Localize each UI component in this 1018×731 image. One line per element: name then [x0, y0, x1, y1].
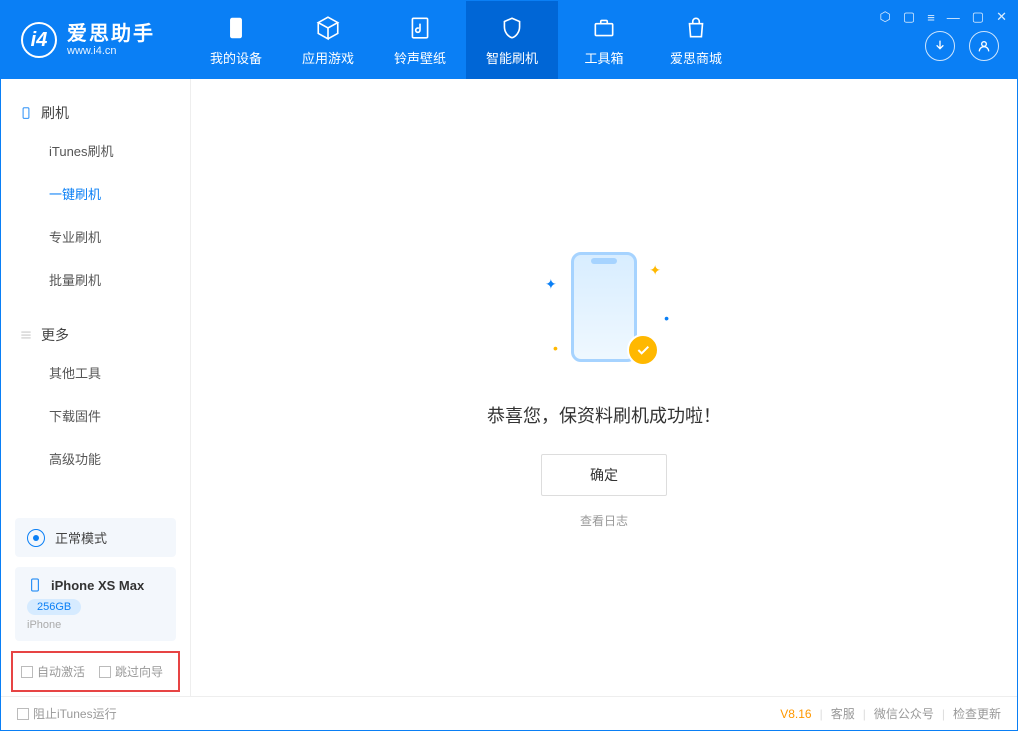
window-controls: ⬡ ▢ ≡ — ▢ ✕ [880, 9, 1007, 25]
sidebar: 刷机 iTunes刷机 一键刷机 专业刷机 批量刷机 更多 其他工具 下载固件 … [1, 79, 191, 696]
app-title: 爱思助手 [67, 23, 155, 45]
app-header: i4 爱思助手 www.i4.cn 我的设备 应用游戏 铃声壁纸 智能刷机 [1, 1, 1017, 79]
success-illustration: ✦ ✦ • • [539, 246, 669, 376]
checkbox-auto-activate[interactable]: 自动激活 [21, 663, 85, 680]
list-icon [19, 328, 33, 342]
version-label: V8.16 [780, 707, 811, 721]
nav-tabs: 我的设备 应用游戏 铃声壁纸 智能刷机 工具箱 爱思商城 [190, 1, 742, 79]
menu-icon[interactable]: ≡ [927, 10, 935, 25]
tab-toolbox[interactable]: 工具箱 [558, 1, 650, 79]
tab-label: 应用游戏 [302, 48, 354, 67]
close-button[interactable]: ✕ [996, 9, 1007, 25]
app-url: www.i4.cn [67, 45, 155, 57]
mode-label: 正常模式 [55, 528, 107, 547]
options-row: 自动激活 跳过向导 [11, 651, 180, 692]
user-button[interactable] [969, 31, 999, 61]
checkbox-label: 自动激活 [37, 663, 85, 680]
device-type: iPhone [27, 619, 164, 631]
tab-flash[interactable]: 智能刷机 [466, 1, 558, 79]
logo: i4 爱思助手 www.i4.cn [1, 22, 175, 58]
sidebar-item-pro-flash[interactable]: 专业刷机 [1, 215, 190, 258]
mode-box[interactable]: 正常模式 [15, 518, 176, 557]
success-message: 恭喜您，保资料刷机成功啦！ [487, 402, 721, 428]
ok-button[interactable]: 确定 [541, 454, 667, 496]
tab-label: 我的设备 [210, 48, 262, 67]
minimize-button[interactable]: — [947, 10, 960, 25]
sidebar-item-one-click-flash[interactable]: 一键刷机 [1, 172, 190, 215]
tab-apps[interactable]: 应用游戏 [282, 1, 374, 79]
check-icon [627, 334, 659, 366]
sidebar-item-batch-flash[interactable]: 批量刷机 [1, 258, 190, 301]
checkbox-block-itunes[interactable]: 阻止iTunes运行 [17, 705, 117, 722]
sidebar-item-advanced[interactable]: 高级功能 [1, 437, 190, 480]
checkbox-skip-wizard[interactable]: 跳过向导 [99, 663, 163, 680]
sidebar-group-label: 刷机 [41, 103, 69, 123]
phone-icon [222, 14, 250, 42]
footer-link-wechat[interactable]: 微信公众号 [874, 705, 934, 722]
tab-label: 智能刷机 [486, 48, 538, 67]
sidebar-group-more: 更多 [1, 319, 190, 351]
sidebar-item-download-firmware[interactable]: 下载固件 [1, 394, 190, 437]
logo-icon: i4 [21, 22, 57, 58]
checkbox-label: 跳过向导 [115, 663, 163, 680]
feedback-icon[interactable]: ▢ [903, 9, 915, 25]
phone-icon [27, 577, 43, 593]
footer-link-support[interactable]: 客服 [831, 705, 855, 722]
checkbox-label: 阻止iTunes运行 [33, 705, 117, 722]
download-button[interactable] [925, 31, 955, 61]
maximize-button[interactable]: ▢ [972, 9, 984, 25]
footer-link-update[interactable]: 检查更新 [953, 705, 1001, 722]
footer: 阻止iTunes运行 V8.16 | 客服 | 微信公众号 | 检查更新 [1, 696, 1017, 730]
briefcase-icon [590, 14, 618, 42]
sidebar-group-label: 更多 [41, 325, 69, 345]
device-name: iPhone XS Max [51, 578, 144, 593]
sidebar-item-itunes-flash[interactable]: iTunes刷机 [1, 129, 190, 172]
sidebar-group-flash: 刷机 [1, 97, 190, 129]
sidebar-item-other-tools[interactable]: 其他工具 [1, 351, 190, 394]
shirt-icon[interactable]: ⬡ [880, 9, 891, 25]
tab-label: 工具箱 [584, 48, 623, 67]
bag-icon [682, 14, 710, 42]
view-log-link[interactable]: 查看日志 [580, 512, 628, 529]
tab-my-device[interactable]: 我的设备 [190, 1, 282, 79]
device-box[interactable]: iPhone XS Max 256GB iPhone [15, 567, 176, 641]
tab-store[interactable]: 爱思商城 [650, 1, 742, 79]
cube-icon [314, 14, 342, 42]
tab-ringtones[interactable]: 铃声壁纸 [374, 1, 466, 79]
tab-label: 爱思商城 [670, 48, 722, 67]
shield-icon [498, 14, 526, 42]
device-icon [19, 106, 33, 120]
music-file-icon [406, 14, 434, 42]
main-content: ✦ ✦ • • 恭喜您，保资料刷机成功啦！ 确定 查看日志 [191, 79, 1017, 696]
mode-icon [27, 529, 45, 547]
tab-label: 铃声壁纸 [394, 48, 446, 67]
device-storage: 256GB [27, 599, 81, 615]
